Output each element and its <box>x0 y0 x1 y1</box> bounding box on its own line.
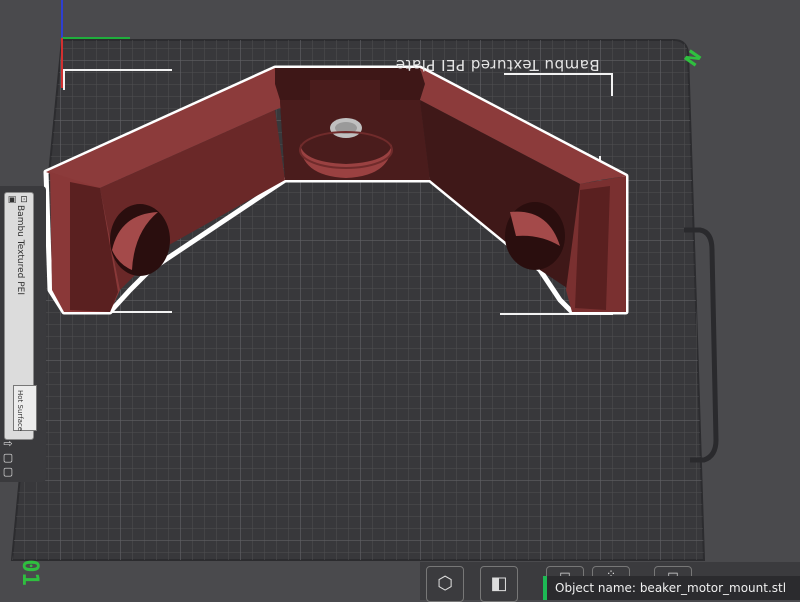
object-name-value: beaker_motor_mount.stl <box>639 581 787 595</box>
3d-viewport[interactable] <box>0 0 800 600</box>
arrow-right-icon[interactable]: ⇨ <box>2 438 14 450</box>
settings-icon[interactable]: ⊡ <box>19 195 29 205</box>
plate-info-card: ▣ ⊡ Bambu Textured PEI Hot Surface <box>4 192 37 440</box>
layer-icon[interactable]: ▢ <box>2 452 14 464</box>
view-icon[interactable]: ◧ <box>480 566 518 602</box>
object-info-bar: Object name: beaker_motor_mount.stl <box>543 576 800 600</box>
hot-surface-label: Hot Surface <box>16 390 24 432</box>
plate-icon: ▣ <box>7 195 17 205</box>
plate-info-panel: ▣ ⊡ Bambu Textured PEI Hot Surface ⇨ ▢ ▢ <box>0 186 46 482</box>
plate-label: Bambu Textured PEI Plate <box>395 56 600 74</box>
plate-number[interactable]: 01 <box>17 559 42 586</box>
object-name-label: Object name: <box>555 581 636 595</box>
plate-type-label: Bambu Textured PEI <box>15 205 25 296</box>
square-icon[interactable]: ▢ <box>2 466 14 478</box>
hexagon-icon[interactable]: ⬡ <box>426 566 464 602</box>
hot-surface-label-box: Hot Surface <box>13 385 37 431</box>
